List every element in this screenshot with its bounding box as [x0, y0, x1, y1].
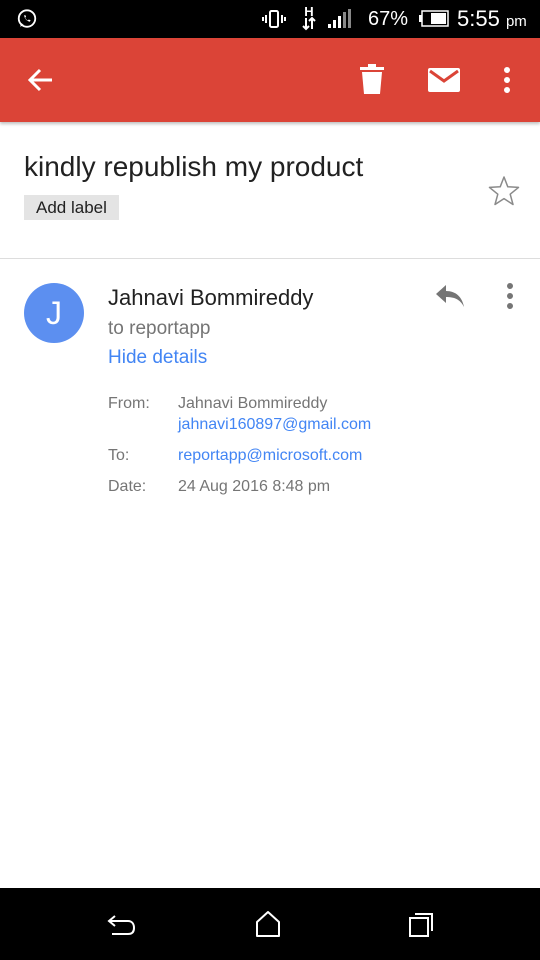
- nav-back-icon[interactable]: [106, 913, 136, 937]
- clock: 5:55 pm: [457, 6, 527, 35]
- nav-home-icon[interactable]: [255, 910, 281, 938]
- vibrate-icon: [262, 10, 286, 28]
- sender-name: Jahnavi Bommireddy: [108, 285, 314, 310]
- battery-icon: [419, 10, 449, 27]
- avatar[interactable]: J: [24, 283, 84, 343]
- mail-icon[interactable]: [428, 68, 460, 92]
- to-email-link[interactable]: reportapp@microsoft.com: [178, 446, 362, 466]
- from-label: From:: [108, 395, 150, 412]
- whatsapp-icon: [17, 9, 37, 28]
- star-icon[interactable]: [488, 175, 520, 207]
- message-more-icon[interactable]: [503, 282, 517, 310]
- recipient-summary: to reportapp: [108, 318, 211, 339]
- divider: [0, 258, 540, 259]
- status-bar: H 67% 5:55 pm: [0, 0, 540, 38]
- from-name: Jahnavi Bommireddy: [178, 395, 328, 412]
- svg-text:H: H: [304, 4, 313, 19]
- more-vert-icon[interactable]: [500, 66, 514, 94]
- clock-ampm: pm: [505, 13, 527, 30]
- hplus-data-icon: H: [302, 4, 316, 31]
- date-value: 24 Aug 2016 8:48 pm: [178, 478, 331, 495]
- to-label: To:: [108, 447, 130, 464]
- date-label: Date:: [108, 478, 147, 495]
- clock-time: 5:55: [457, 6, 500, 31]
- nav-recent-icon[interactable]: [408, 912, 434, 938]
- trash-icon[interactable]: [360, 64, 384, 94]
- signal-icon: [328, 9, 351, 28]
- hide-details-link[interactable]: Hide details: [108, 346, 207, 370]
- navigation-bar: [0, 888, 540, 960]
- reply-icon[interactable]: [434, 283, 466, 309]
- from-email-link[interactable]: jahnavi160897@gmail.com: [178, 415, 371, 435]
- app-bar: [0, 38, 540, 122]
- email-subject: kindly republish my product: [24, 151, 364, 182]
- back-arrow-icon[interactable]: [26, 67, 54, 93]
- battery-percentage: 67%: [368, 8, 409, 30]
- add-label-button[interactable]: Add label: [24, 195, 119, 220]
